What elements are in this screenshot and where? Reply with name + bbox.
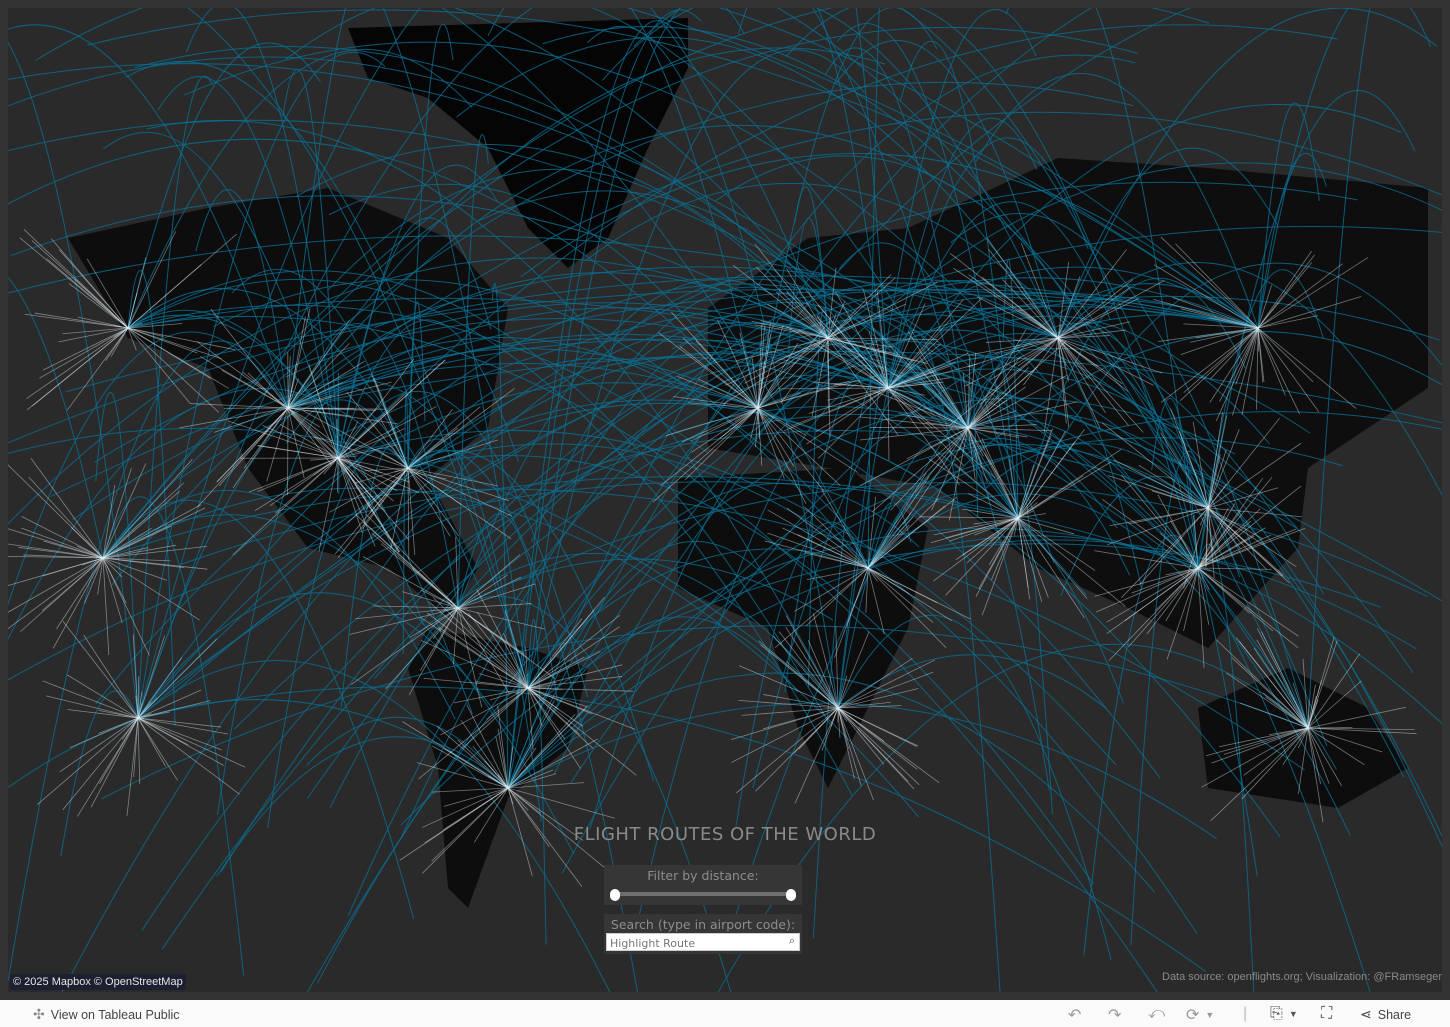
route-line [20, 527, 104, 559]
slider-min-handle[interactable] [610, 889, 620, 901]
search-icon[interactable]: ⌕ [789, 935, 795, 948]
revert-icon: ⤺ [1148, 1005, 1166, 1022]
route-line [137, 717, 240, 795]
tableau-logo-icon: ✣ [33, 1006, 45, 1022]
redo-button[interactable]: ↷ [1108, 1005, 1121, 1025]
route-line [137, 717, 141, 785]
airport-search-box[interactable]: ⌕ [606, 933, 800, 952]
share-button[interactable]: ⋖ Share [1360, 1006, 1411, 1023]
route-arc [8, 276, 104, 559]
slider-track[interactable] [614, 892, 792, 896]
refresh-button[interactable]: ⟳ ▼ [1186, 1005, 1214, 1025]
route-line [52, 557, 104, 649]
map-title: FLIGHT ROUTES OF THE WORLD [573, 824, 877, 845]
route-arc [137, 75, 213, 719]
chevron-down-icon: ▼ [1288, 1009, 1298, 1019]
airport-search-label: Search (type in airport code): [610, 917, 796, 932]
route-line [837, 707, 940, 783]
revert-button[interactable]: ⤺ [1148, 1005, 1165, 1023]
route-line [59, 717, 139, 773]
distance-filter: Filter by distance: [604, 865, 802, 905]
route-line [69, 717, 139, 749]
route-line [102, 557, 110, 656]
route-line [66, 327, 129, 411]
route-line [507, 787, 615, 819]
route-line [132, 634, 139, 719]
route-line [837, 707, 920, 786]
tableau-toolbar: ✣ View on Tableau Public ↶ ↷ ⤺ ⟳ ▼ | ⎘ ▼ ⛶… [0, 1000, 1450, 1027]
route-line [837, 707, 915, 790]
route-line [98, 717, 139, 785]
route-line [32, 327, 129, 407]
route-line [37, 717, 139, 805]
share-label: Share [1377, 1007, 1412, 1022]
route-line [42, 557, 104, 611]
route-line [1307, 727, 1353, 729]
flight-routes-map[interactable]: FLIGHT ROUTES OF THE WORLD Filter by dis… [8, 8, 1442, 992]
route-line [90, 717, 139, 808]
view-on-tableau-link[interactable]: ✣ View on Tableau Public [33, 1006, 180, 1023]
undo-button[interactable]: ↶ [1068, 1005, 1081, 1025]
view-on-tableau-label: View on Tableau Public [50, 1007, 180, 1022]
chevron-down-icon: ▼ [1205, 1010, 1215, 1020]
route-line [62, 717, 139, 811]
route-arc [102, 496, 245, 976]
toolbar-divider: | [1243, 1005, 1248, 1022]
redo-icon: ↷ [1108, 1007, 1122, 1024]
route-line [39, 327, 129, 379]
download-button[interactable]: ⎘ ▼ [1270, 1005, 1298, 1023]
airport-search-input[interactable] [607, 935, 773, 952]
fullscreen-button[interactable]: ⛶ [1321, 1005, 1332, 1023]
fullscreen-icon: ⛶ [1321, 1005, 1333, 1022]
slider-max-handle[interactable] [786, 889, 796, 901]
airport-search: Search (type in airport code): ⌕ [604, 914, 802, 954]
distance-slider[interactable] [610, 889, 796, 901]
download-icon: ⎘ [1270, 1005, 1283, 1022]
distance-filter-label: Filter by distance: [647, 868, 759, 883]
data-credit: Data source: openflights.org; Visualizat… [1162, 971, 1442, 983]
route-line [133, 717, 139, 778]
undo-icon: ↶ [1068, 1007, 1082, 1024]
map-attribution[interactable]: © 2025 Mapbox © OpenStreetMap [10, 974, 186, 990]
route-arc [101, 625, 1309, 800]
refresh-icon: ⟳ [1186, 1007, 1200, 1024]
share-icon: ⋖ [1360, 1006, 1372, 1022]
